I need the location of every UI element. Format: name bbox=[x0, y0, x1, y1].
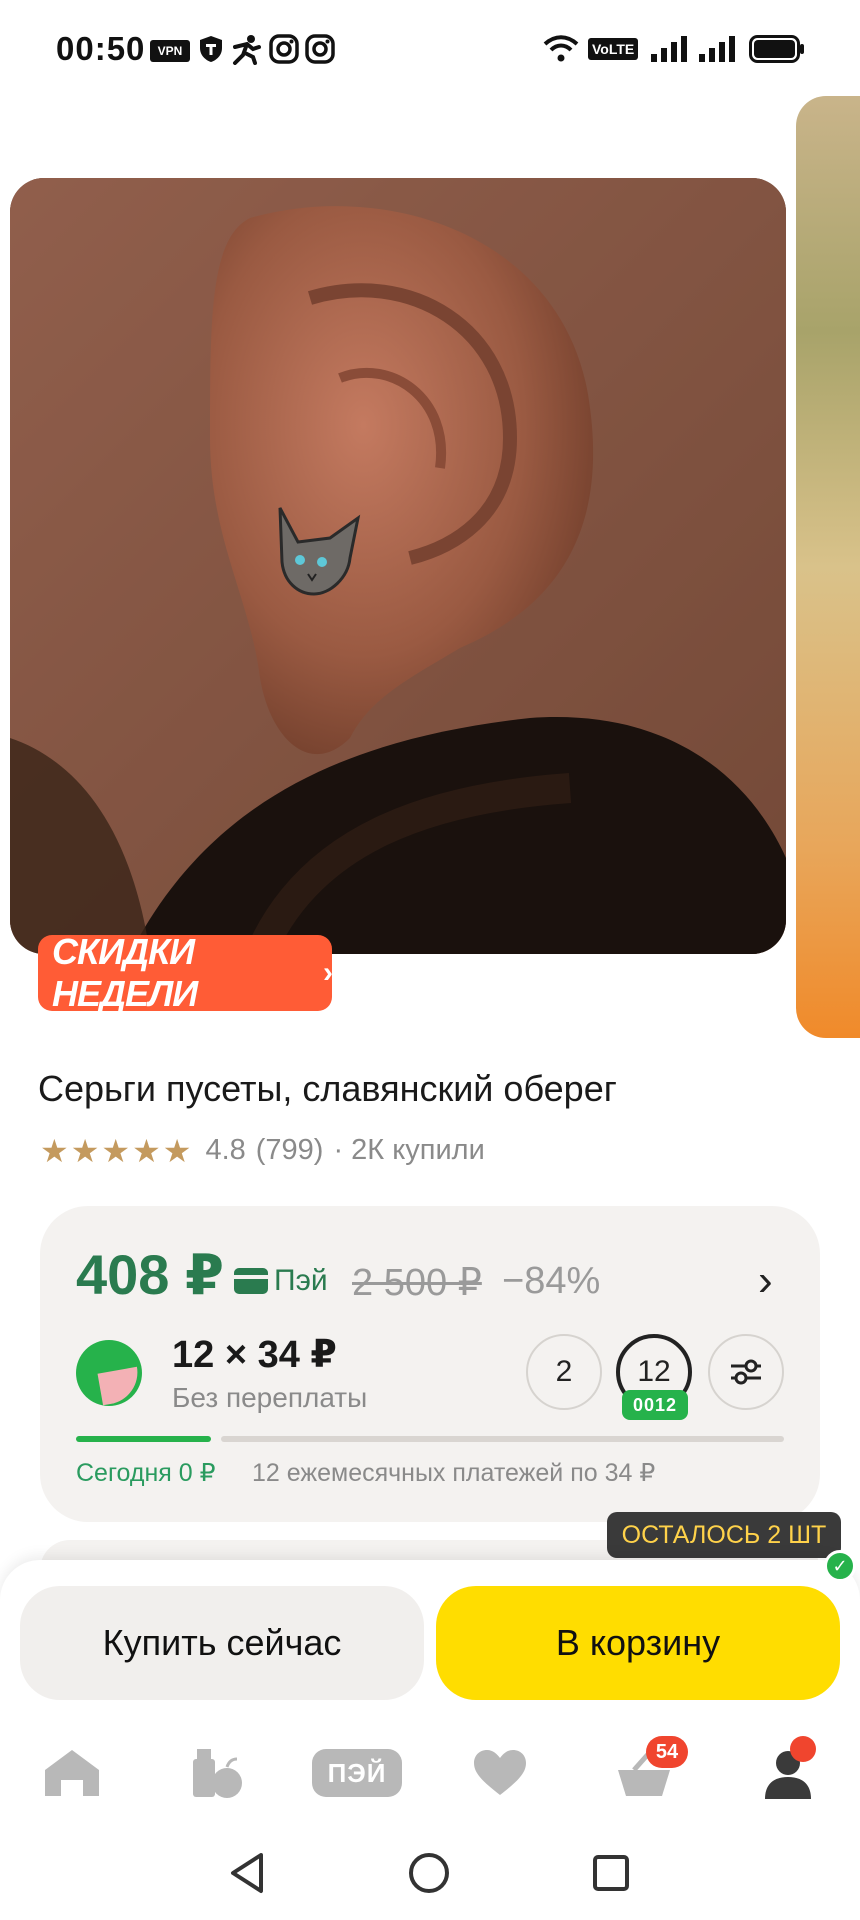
check-icon: ✓ bbox=[824, 1550, 856, 1582]
star-icon: ★ bbox=[101, 1132, 131, 1169]
star-icon: ★ bbox=[162, 1132, 192, 1169]
card-icon bbox=[234, 1268, 268, 1294]
signal-icon bbox=[698, 34, 738, 64]
star-icon: ★ bbox=[70, 1132, 100, 1169]
wifi-icon bbox=[542, 34, 580, 64]
installment-amount: 12 × 34 ₽ bbox=[172, 1334, 337, 1376]
tab-bar: ПЭЙ 54 bbox=[0, 1720, 860, 1826]
pay-tab-label: ПЭЙ bbox=[312, 1749, 402, 1797]
buy-now-button[interactable]: Купить сейчас bbox=[20, 1586, 424, 1700]
status-time: 00:50 bbox=[56, 30, 146, 67]
home-circle-icon[interactable] bbox=[404, 1848, 454, 1898]
star-icon: ★ bbox=[132, 1132, 161, 1169]
term-2-button[interactable]: 2 bbox=[526, 1334, 602, 1410]
app-icon bbox=[230, 34, 264, 65]
tab-catalog[interactable] bbox=[176, 1740, 256, 1806]
sliders-icon bbox=[731, 1359, 761, 1385]
star-icon: ★ bbox=[40, 1132, 69, 1169]
back-icon[interactable] bbox=[222, 1848, 272, 1898]
chevron-right-icon[interactable]: › bbox=[758, 1256, 773, 1306]
instagram-icon bbox=[304, 34, 336, 64]
term-badge: 0012 bbox=[622, 1390, 688, 1420]
monthly-payments: 12 ежемесячных платежей по 34 ₽ bbox=[252, 1459, 656, 1487]
today-payment: Сегодня 0 ₽ bbox=[76, 1459, 216, 1487]
pay-label: Пэй bbox=[274, 1264, 328, 1297]
vpn-icon: VPN bbox=[150, 40, 190, 62]
rating-stars: ★ ★ ★ ★ ★ bbox=[40, 1135, 191, 1167]
status-bar: 00:50 VPN VoLTE bbox=[0, 0, 860, 96]
price: 408 ₽ bbox=[76, 1243, 224, 1306]
installment-note: Без переплаты bbox=[172, 1382, 368, 1413]
tab-home[interactable] bbox=[32, 1740, 112, 1806]
notification-dot bbox=[790, 1736, 816, 1762]
heart-icon bbox=[474, 1750, 526, 1795]
shield-icon bbox=[196, 34, 226, 64]
home-icon bbox=[45, 1750, 99, 1796]
tab-profile[interactable] bbox=[748, 1740, 828, 1806]
tab-favorites[interactable] bbox=[460, 1740, 540, 1806]
discount: −84% bbox=[502, 1260, 601, 1302]
tab-pay[interactable]: ПЭЙ bbox=[310, 1740, 404, 1806]
promo-badge[interactable]: СКИДКИ НЕДЕЛИ › bbox=[38, 931, 333, 1014]
split-logo-icon bbox=[76, 1340, 142, 1406]
old-price: 2 500 ₽ bbox=[352, 1262, 482, 1304]
rating-row[interactable]: ★ ★ ★ ★ ★ 4.8 (799) · 2К купили bbox=[40, 1134, 485, 1167]
action-sheet: Купить сейчас В корзину bbox=[0, 1560, 860, 1720]
recent-apps-icon[interactable] bbox=[586, 1848, 636, 1898]
price-card[interactable]: 408 ₽ Пэй 2 500 ₽ −84% › 12 × 34 ₽ Без п… bbox=[40, 1206, 820, 1522]
product-title: Серьги пусеты, славянский оберег bbox=[38, 1068, 617, 1109]
bought-count: · 2К купили bbox=[333, 1134, 485, 1166]
add-to-cart-button[interactable]: В корзину bbox=[436, 1586, 840, 1700]
rating-value: 4.8 bbox=[205, 1134, 246, 1166]
catalog-icon bbox=[193, 1749, 242, 1798]
progress-done bbox=[76, 1436, 211, 1442]
payment-progress bbox=[76, 1436, 784, 1442]
cart-count-badge: 54 bbox=[646, 1736, 688, 1768]
progress-rest bbox=[221, 1436, 784, 1442]
signal-icon bbox=[650, 34, 690, 64]
product-photo[interactable] bbox=[10, 178, 786, 954]
system-navigation bbox=[0, 1826, 860, 1920]
next-product-photo[interactable] bbox=[796, 96, 860, 1038]
stock-badge: ОСТАЛОСЬ 2 ШТ bbox=[607, 1512, 841, 1558]
promo-label: СКИДКИ НЕДЕЛИ bbox=[52, 931, 198, 1014]
volte-icon: VoLTE bbox=[588, 38, 639, 60]
product-gallery[interactable] bbox=[0, 96, 860, 1046]
chevron-right-icon: › bbox=[323, 956, 333, 989]
instagram-icon bbox=[268, 34, 300, 64]
battery-icon bbox=[748, 34, 806, 64]
reviews-count: (799) bbox=[255, 1134, 324, 1166]
settings-sliders-button[interactable] bbox=[708, 1334, 784, 1410]
